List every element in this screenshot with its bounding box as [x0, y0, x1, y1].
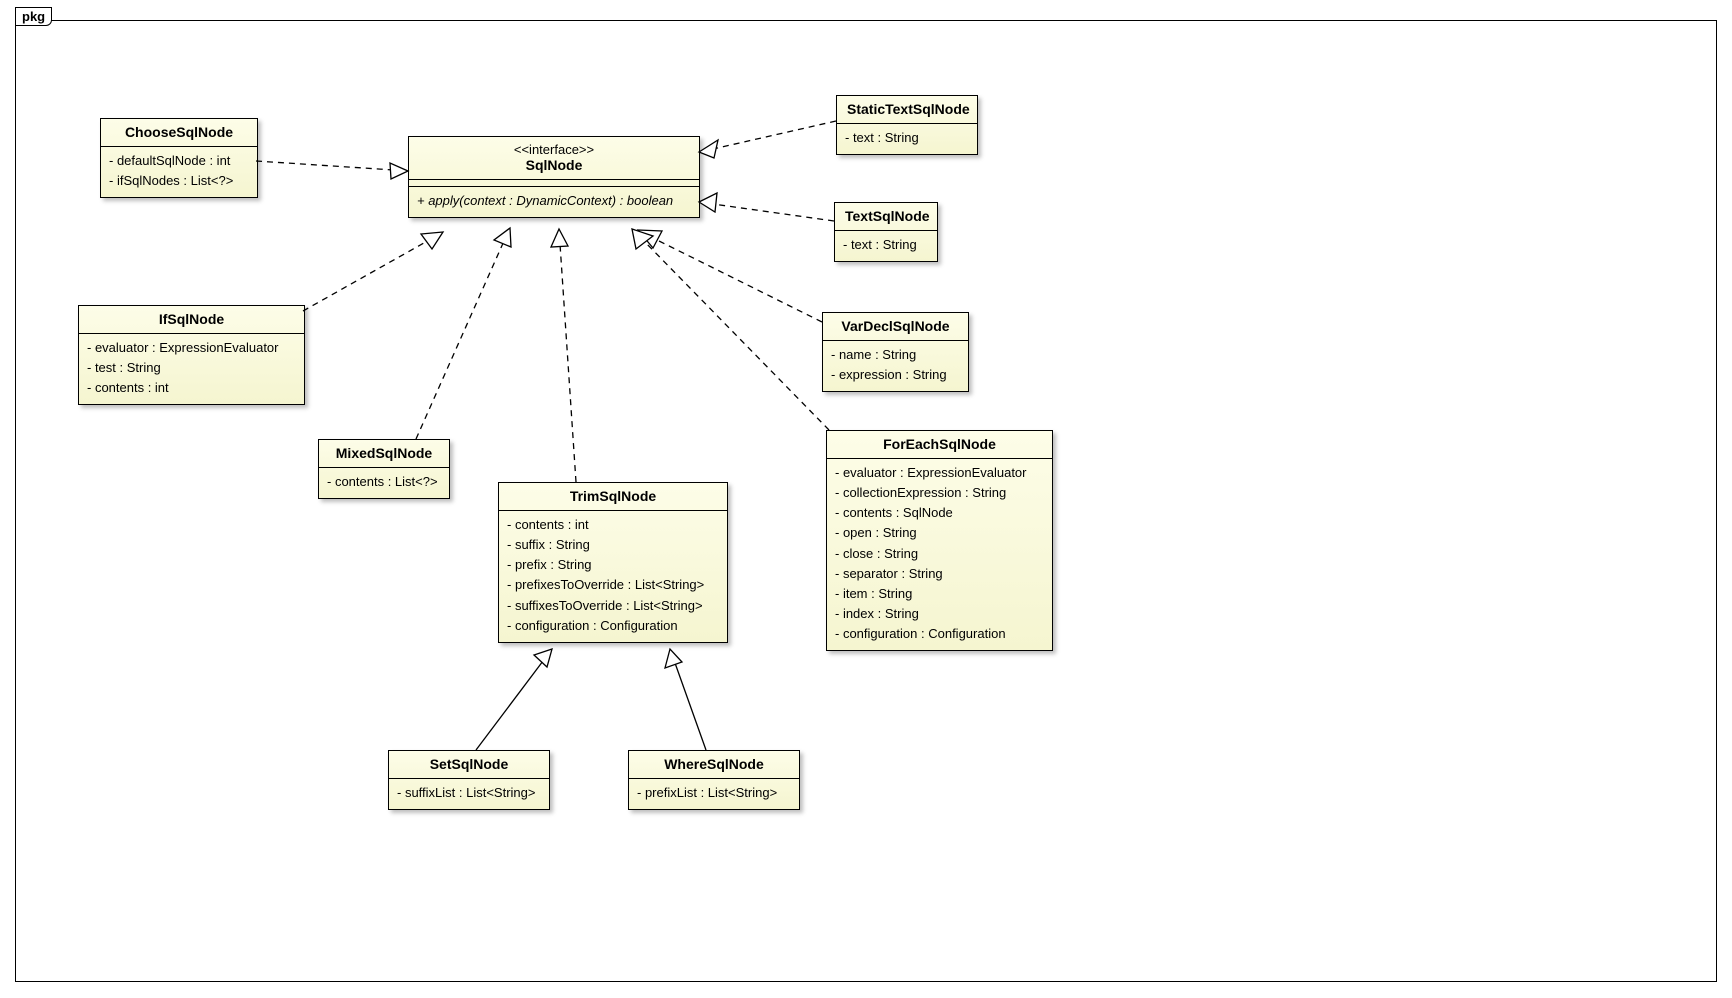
interface-sqlnode: <<interface>> SqlNode + apply(context : … [408, 136, 700, 218]
class-statictextsqlnode: StaticTextSqlNode - text : String [836, 95, 978, 155]
package-label: pkg [15, 7, 52, 26]
class-wheresqlnode: WhereSqlNode - prefixList : List<String> [628, 750, 800, 810]
class-ifsqlnode: IfSqlNode - evaluator : ExpressionEvalua… [78, 305, 305, 405]
class-mixedsqlnode: MixedSqlNode - contents : List<?> [318, 439, 450, 499]
package-frame: pkg <<interface>> SqlNode + apply(contex… [15, 20, 1717, 982]
class-vardeclsqlnode: VarDeclSqlNode - name : String - express… [822, 312, 969, 392]
class-textsqlnode: TextSqlNode - text : String [834, 202, 938, 262]
class-setsqlnode: SetSqlNode - suffixList : List<String> [388, 750, 550, 810]
class-choosesqlnode: ChooseSqlNode - defaultSqlNode : int - i… [100, 118, 258, 198]
class-trimsqlnode: TrimSqlNode - contents : int - suffix : … [498, 482, 728, 643]
class-foreachsqlnode: ForEachSqlNode - evaluator : ExpressionE… [826, 430, 1053, 651]
method-label: + apply(context : DynamicContext) : bool… [417, 191, 691, 211]
stereotype-label: <<interface>> [409, 137, 699, 157]
interface-name: SqlNode [409, 157, 699, 180]
